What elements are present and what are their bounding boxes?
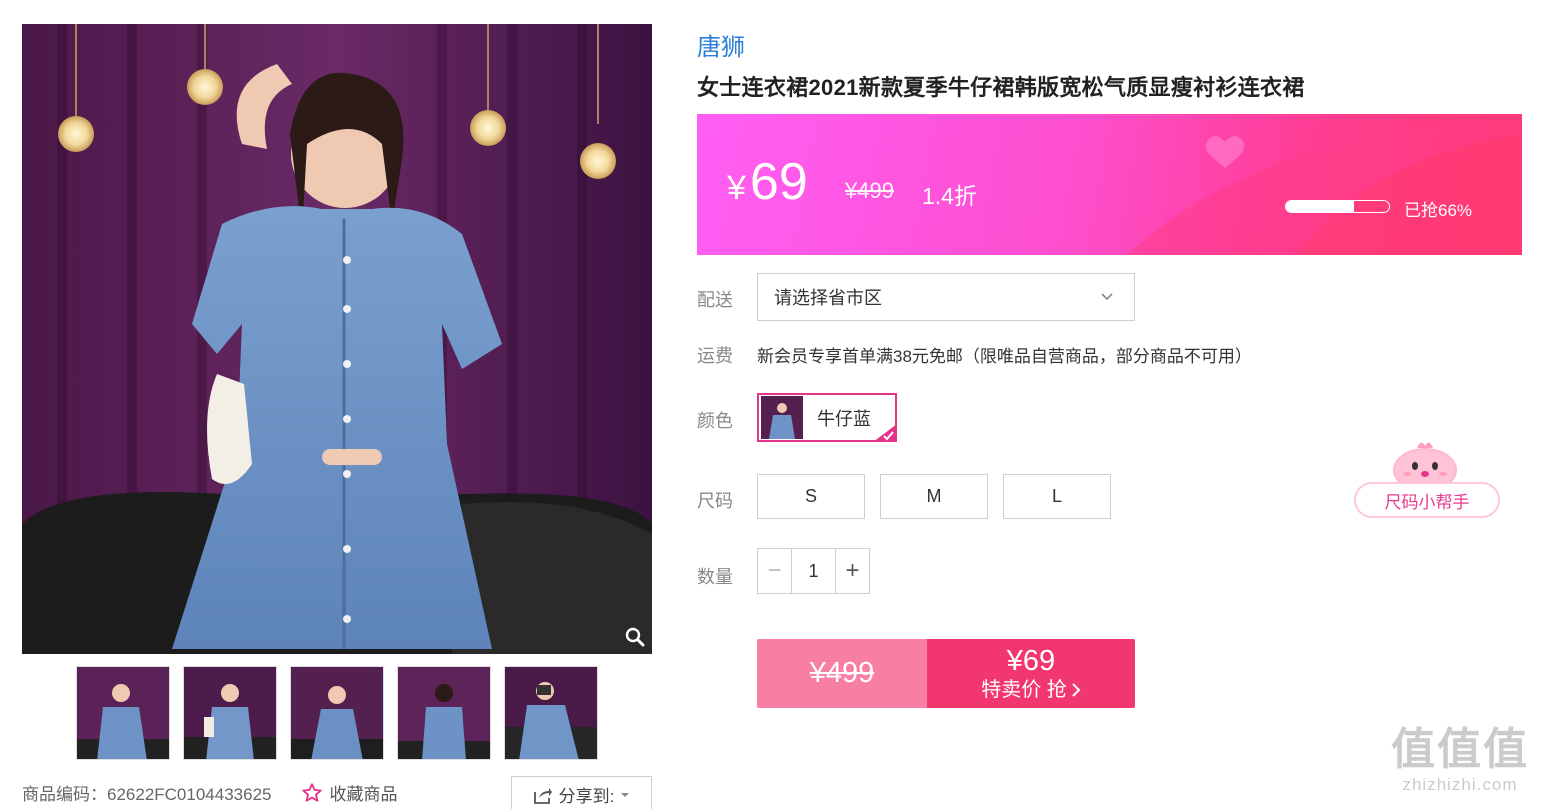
- size-helper-widget[interactable]: 尺码小帮手: [1353, 436, 1503, 522]
- shipping-text: 新会员专享首单满38元免邮（限唯品自营商品，部分商品不可用）: [757, 347, 1252, 366]
- main-product-image[interactable]: [22, 24, 652, 654]
- quantity-increase-button[interactable]: +: [835, 549, 869, 593]
- buy-now-button[interactable]: ¥69 特卖价 抢: [927, 639, 1135, 708]
- discount-rate: 1.4折: [922, 183, 977, 209]
- share-icon: [533, 787, 552, 804]
- size-option-s[interactable]: S: [757, 474, 865, 519]
- sold-progress-bar: [1285, 200, 1390, 213]
- region-select-text: 请选择省市区: [774, 288, 882, 308]
- thumbnail-5[interactable]: [504, 666, 598, 760]
- color-option-denim-blue[interactable]: 牛仔蓝: [757, 393, 897, 442]
- color-swatch-image: [761, 396, 803, 439]
- original-price: ¥499: [845, 178, 894, 203]
- selected-check-icon: [873, 424, 897, 442]
- watermark-logo: 值值值: [1391, 725, 1529, 774]
- sold-progress-fill: [1286, 201, 1354, 212]
- color-option-label: 牛仔蓝: [817, 408, 871, 429]
- caret-down-icon: [621, 792, 630, 797]
- brand-link[interactable]: 唐狮: [697, 27, 745, 62]
- site-watermark: 值值值 zhizhizhi.com: [1385, 725, 1535, 805]
- thumbnail-4[interactable]: [397, 666, 491, 760]
- thumbnail-2[interactable]: [183, 666, 277, 760]
- share-label: 分享到:: [558, 787, 615, 806]
- delivery-label: 配送: [697, 290, 733, 310]
- favorite-label: 收藏商品: [329, 785, 398, 804]
- buy-action-row: 特卖价 抢: [981, 677, 1081, 703]
- quantity-stepper: − +: [757, 548, 870, 594]
- favorite-button[interactable]: 收藏商品: [301, 780, 397, 805]
- mascot-icon: [1393, 442, 1457, 488]
- currency-symbol: ¥: [727, 169, 746, 207]
- watermark-site: zhizhizhi.com: [1402, 775, 1518, 794]
- current-price-value: 69: [749, 153, 808, 211]
- quantity-decrease-button[interactable]: −: [758, 549, 792, 593]
- sold-percentage: 已抢66%: [1404, 201, 1473, 220]
- buy-bar: ¥499 ¥69 特卖价 抢: [757, 639, 1135, 708]
- thumbnail-strip: [76, 666, 598, 760]
- buy-action-label: 特卖价 抢: [981, 678, 1067, 701]
- shipping-label: 运费: [697, 346, 733, 366]
- chevron-right-icon: [1072, 682, 1081, 697]
- size-helper-button[interactable]: 尺码小帮手: [1354, 482, 1500, 518]
- quantity-input[interactable]: [792, 549, 835, 593]
- banner-decoration: [1127, 114, 1522, 255]
- sku-code: 商品编码：62622FC0104433625: [22, 785, 272, 804]
- buy-price: ¥69: [1006, 644, 1056, 677]
- chevron-down-icon: [1101, 293, 1113, 301]
- star-icon: [302, 782, 323, 802]
- buy-original-price[interactable]: ¥499: [757, 639, 927, 708]
- current-price: ¥ 69: [727, 152, 808, 212]
- size-label: 尺码: [697, 491, 733, 511]
- thumbnail-3[interactable]: [290, 666, 384, 760]
- quantity-label: 数量: [697, 567, 733, 587]
- zoom-icon[interactable]: [622, 624, 648, 650]
- price-banner: ¥ 69 ¥499 1.4折 已抢66%: [697, 114, 1522, 255]
- share-dropdown[interactable]: 分享到:: [511, 776, 652, 809]
- size-option-m[interactable]: M: [880, 474, 988, 519]
- product-meta-row: 商品编码：62622FC0104433625 收藏商品 分享到:: [22, 776, 652, 809]
- size-option-l[interactable]: L: [1003, 474, 1111, 519]
- color-label: 颜色: [697, 411, 733, 431]
- thumbnail-1[interactable]: [76, 666, 170, 760]
- main-image-illustration: [22, 24, 652, 654]
- product-title: 女士连衣裙2021新款夏季牛仔裙韩版宽松气质显瘦衬衫连衣裙: [697, 75, 1305, 100]
- region-select[interactable]: 请选择省市区: [757, 273, 1135, 321]
